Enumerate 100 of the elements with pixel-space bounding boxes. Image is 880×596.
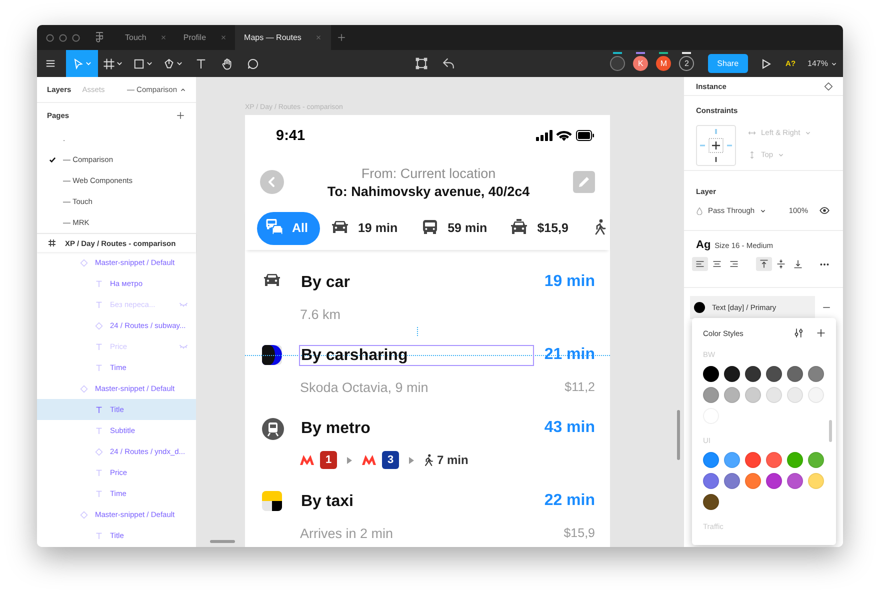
scrollbar[interactable] — [677, 410, 680, 460]
color-swatch[interactable] — [787, 473, 803, 489]
color-swatch[interactable] — [808, 366, 824, 382]
close-icon[interactable] — [160, 34, 168, 41]
drop-icon — [696, 206, 703, 214]
component-icon — [95, 448, 103, 456]
close-icon[interactable] — [220, 34, 228, 41]
horizontal-arrows-icon — [748, 128, 756, 136]
metro-logo-icon — [362, 455, 376, 465]
hand-icon — [221, 58, 233, 70]
caret-icon — [176, 60, 183, 67]
document-tab[interactable]: Maps — Routes — [235, 25, 332, 50]
metro-logo-icon — [300, 455, 314, 465]
sliders-icon[interactable] — [794, 328, 804, 338]
color-swatch[interactable] — [808, 452, 824, 468]
square-icon — [133, 58, 145, 70]
cursor-arrow-icon — [72, 58, 84, 70]
vertical-align-icon — [776, 259, 786, 269]
text-style-sample: Ag — [696, 239, 711, 251]
taxi-logo-icon — [262, 491, 282, 511]
add-style-icon[interactable] — [816, 328, 826, 338]
component-icon[interactable] — [824, 82, 833, 90]
color-swatch[interactable] — [766, 366, 782, 382]
chevron-up-icon — [180, 86, 186, 92]
metro-line-badge: 3 — [382, 451, 399, 469]
color-swatch[interactable] — [724, 473, 740, 489]
route-duration: 21 min — [544, 346, 595, 364]
menu-icon[interactable] — [45, 58, 56, 69]
caret-icon — [146, 60, 153, 67]
route-duration: 22 min — [544, 492, 595, 510]
color-swatch[interactable] — [703, 452, 719, 468]
more-options-icon[interactable] — [820, 262, 829, 266]
route-detail: 7.6 km — [300, 306, 342, 322]
color-swatch[interactable] — [766, 452, 782, 468]
window-controls-icon[interactable] — [46, 34, 80, 42]
vertical-arrows-icon — [748, 150, 756, 158]
color-swatch[interactable] — [766, 473, 782, 489]
color-swatch[interactable] — [703, 387, 719, 403]
pen-nib-icon — [163, 58, 175, 70]
eye-icon[interactable] — [819, 207, 830, 214]
share-button[interactable]: Share — [708, 54, 748, 73]
transport-filter-chip[interactable]: 59 min — [414, 212, 498, 245]
color-swatch[interactable] — [745, 473, 761, 489]
color-swatch[interactable] — [724, 387, 740, 403]
route-title: By car — [300, 272, 351, 292]
color-swatch[interactable] — [766, 387, 782, 403]
caret-icon — [116, 60, 123, 67]
document-tab[interactable]: Touch — [117, 25, 176, 50]
close-icon[interactable] — [315, 34, 322, 41]
color-swatch[interactable] — [745, 366, 761, 382]
color-swatch[interactable] — [703, 366, 719, 382]
transport-filter-chip[interactable]: $15,9 — [503, 212, 580, 245]
text-align-icon — [729, 259, 739, 269]
color-swatch[interactable] — [703, 473, 719, 489]
text-align-icon — [695, 259, 705, 269]
text-icon — [95, 280, 103, 288]
color-swatch[interactable] — [808, 473, 824, 489]
color-swatch[interactable] — [787, 387, 803, 403]
component-icon — [80, 258, 88, 266]
transport-filter-chip[interactable]: 19 min — [324, 212, 409, 245]
route-price: $11,2 — [564, 380, 595, 394]
scrollbar[interactable] — [829, 420, 832, 442]
status-time: 9:41 — [276, 127, 306, 144]
color-swatch[interactable] — [808, 387, 824, 403]
walk-duration: 7 min — [437, 453, 468, 467]
color-swatch[interactable] — [787, 452, 803, 468]
color-swatch[interactable] — [724, 366, 740, 382]
transport-filter-chip[interactable]: All — [257, 212, 320, 245]
text-align-left-button[interactable] — [692, 257, 708, 271]
play-icon[interactable] — [762, 58, 771, 68]
user-count[interactable]: 2 — [679, 56, 694, 71]
logo-icon[interactable] — [96, 32, 103, 43]
phone-frame[interactable] — [245, 115, 610, 547]
add-page-icon[interactable] — [176, 111, 185, 120]
text-tool-icon — [195, 58, 207, 70]
user-avatar[interactable]: M — [656, 56, 672, 71]
user-avatar[interactable]: K — [633, 56, 648, 71]
document-tab[interactable]: Profile — [175, 25, 236, 50]
step-arrow-icon — [347, 456, 352, 464]
caret-icon — [85, 60, 92, 67]
vertical-align-top-button[interactable] — [756, 257, 772, 271]
route-detail: Arrives in 2 min — [300, 526, 394, 540]
route-title: By metro — [300, 418, 372, 438]
scrollbar[interactable] — [210, 540, 235, 543]
caret-icon — [831, 60, 837, 66]
undo-arrow-icon[interactable] — [442, 57, 455, 70]
component-icon — [95, 322, 103, 330]
color-swatch[interactable] — [787, 366, 803, 382]
route-duration: 19 min — [544, 273, 595, 291]
color-swatch[interactable] — [724, 452, 740, 468]
zoom-dropdown[interactable]: 147% — [808, 59, 837, 68]
color-swatch[interactable] — [745, 387, 761, 403]
add-tab-icon[interactable] — [337, 33, 346, 42]
pedestrian-icon — [424, 454, 434, 466]
color-swatch[interactable] — [745, 452, 761, 468]
color-swatch[interactable] — [703, 494, 719, 510]
text-icon — [95, 490, 103, 498]
text-icon — [95, 342, 103, 350]
text-icon — [95, 406, 103, 414]
avatar-photo-placeholder[interactable] — [610, 56, 626, 71]
